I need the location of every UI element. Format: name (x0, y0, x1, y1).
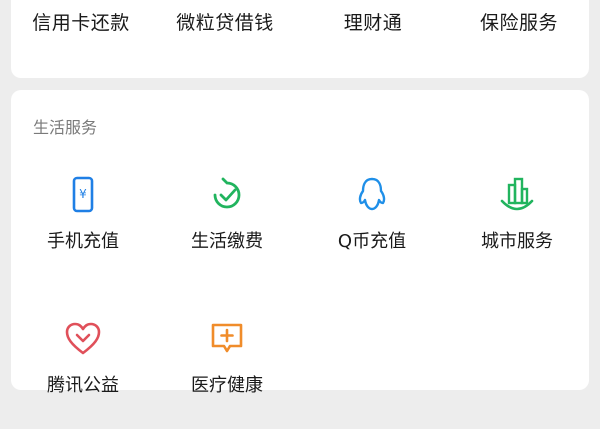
utility-payment-icon (207, 175, 247, 215)
section-title: 生活服务 (33, 118, 98, 137)
svg-text:¥: ¥ (79, 187, 87, 201)
medical-health-button[interactable]: 医疗健康 (155, 319, 299, 429)
medical-plus-icon (207, 319, 247, 359)
q-coin-recharge-label: Q币充值 (337, 231, 407, 252)
charity-heart-icon (63, 319, 103, 359)
phone-recharge-label: 手机充值 (47, 231, 119, 252)
credit-card-repayment-button[interactable]: 信用卡还款 (11, 8, 151, 35)
utility-payment-label: 生活缴费 (191, 231, 263, 252)
financial-services-card: 信用卡还款 微粒贷借钱 理财通 保险服务 (11, 0, 589, 78)
phone-recharge-icon: ¥ (63, 175, 103, 215)
life-services-card: 生活服务 ¥ 手机充值 生活缴费 Q币充值 城市服务 腾讯公益 医疗健康 (11, 90, 589, 396)
city-buildings-icon (497, 175, 537, 215)
qq-penguin-icon (352, 175, 392, 215)
weilidai-loan-button[interactable]: 微粒贷借钱 (155, 8, 295, 35)
city-services-button[interactable]: 城市服务 (445, 175, 589, 285)
licaitong-button[interactable]: 理财通 (303, 8, 443, 35)
city-services-label: 城市服务 (481, 231, 553, 252)
insurance-services-button[interactable]: 保险服务 (449, 8, 589, 35)
phone-recharge-button[interactable]: ¥ 手机充值 (11, 175, 155, 285)
q-coin-recharge-button[interactable]: Q币充值 (300, 175, 444, 285)
utility-payment-button[interactable]: 生活缴费 (155, 175, 299, 285)
tencent-charity-button[interactable]: 腾讯公益 (11, 319, 155, 429)
